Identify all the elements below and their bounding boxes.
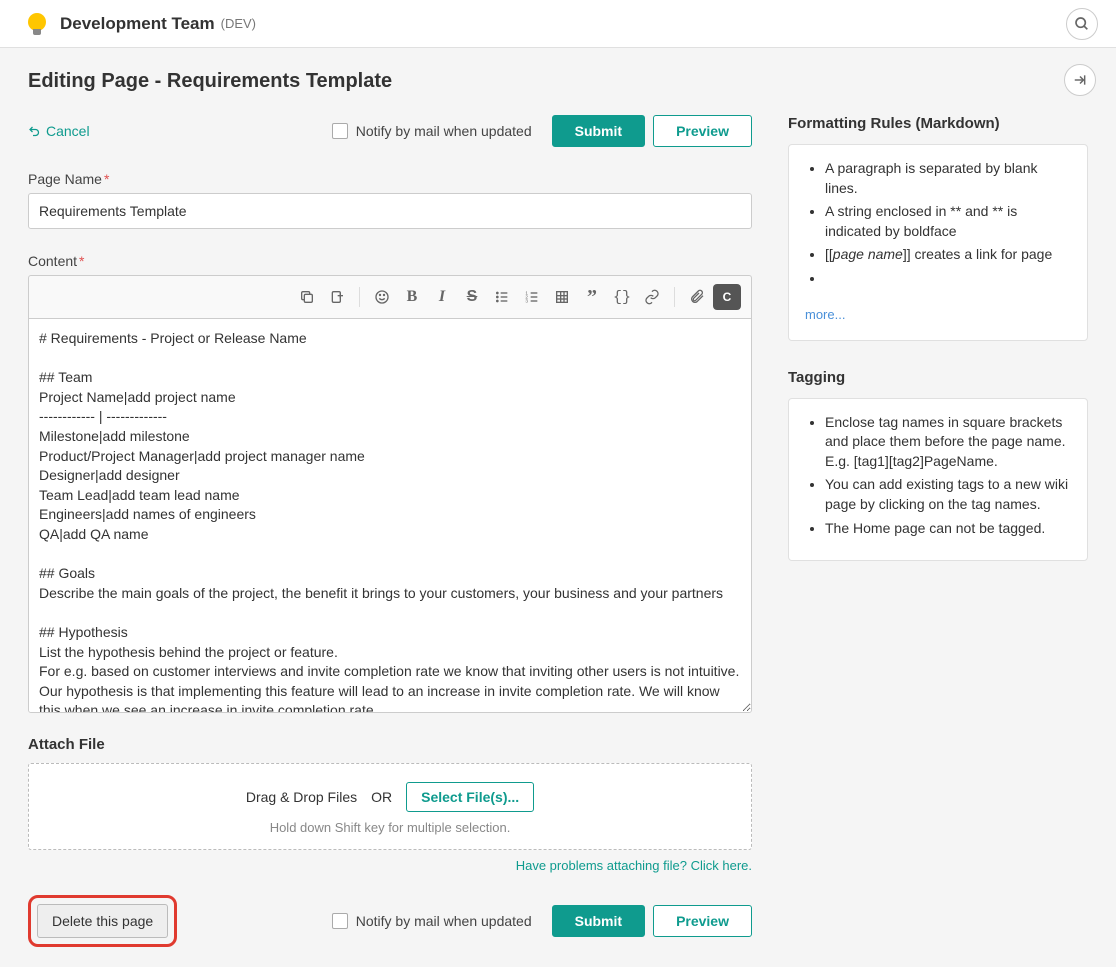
tagging-card: Enclose tag names in square brackets and…	[788, 398, 1088, 562]
expand-button[interactable]	[1064, 64, 1096, 96]
search-button[interactable]	[1066, 8, 1098, 40]
tagging-rule: You can add existing tags to a new wiki …	[825, 475, 1071, 514]
italic-icon[interactable]: I	[428, 284, 456, 310]
notify-label-bottom: Notify by mail when updated	[356, 913, 532, 929]
attach-help-link[interactable]: Have problems attaching file? Click here…	[28, 858, 752, 873]
bottom-action-row: Delete this page Notify by mail when upd…	[28, 895, 752, 947]
more-link[interactable]: more...	[805, 307, 845, 322]
delete-highlight: Delete this page	[28, 895, 177, 947]
page-name-input[interactable]	[28, 193, 752, 229]
checkbox-icon[interactable]	[332, 123, 348, 139]
bullet-list-icon[interactable]	[488, 284, 516, 310]
emoji-icon[interactable]	[368, 284, 396, 310]
app-header: Development Team (DEV)	[0, 0, 1116, 48]
content-label: Content*	[28, 253, 752, 269]
delete-page-button[interactable]: Delete this page	[37, 904, 168, 938]
bold-icon[interactable]: B	[398, 284, 426, 310]
arrow-right-icon	[1072, 73, 1088, 87]
attach-drag-text: Drag & Drop Files	[246, 789, 357, 805]
cancel-link[interactable]: Cancel	[28, 123, 90, 139]
team-name: Development Team	[60, 14, 215, 34]
attach-icon[interactable]	[683, 284, 711, 310]
preview-button-bottom[interactable]: Preview	[653, 905, 752, 937]
attach-hint: Hold down Shift key for multiple selecti…	[39, 820, 741, 835]
tagging-rule: The Home page can not be tagged.	[825, 519, 1071, 539]
notify-checkbox-bottom[interactable]: Notify by mail when updated	[332, 913, 532, 929]
checkbox-icon[interactable]	[332, 913, 348, 929]
submit-button-bottom[interactable]: Submit	[552, 905, 645, 937]
content-field: Content* B I S 123 ” {}	[28, 253, 752, 716]
editor-toolbar: B I S 123 ” {} C	[28, 275, 752, 318]
formatting-card: A paragraph is separated by blank lines.…	[788, 144, 1088, 341]
copy-icon[interactable]	[293, 284, 321, 310]
quote-icon[interactable]: ”	[578, 284, 606, 310]
link-icon[interactable]	[638, 284, 666, 310]
tagging-title: Tagging	[788, 369, 1088, 386]
code-icon[interactable]: {}	[608, 284, 636, 310]
bulb-icon	[28, 13, 46, 35]
page-name-label: Page Name*	[28, 171, 752, 187]
preview-toggle-icon[interactable]: C	[713, 284, 741, 310]
top-action-row: Cancel Notify by mail when updated Submi…	[28, 115, 752, 147]
formatting-rule: A string enclosed in ** and ** is indica…	[825, 202, 1071, 241]
content-textarea[interactable]	[28, 318, 752, 713]
cancel-label: Cancel	[46, 123, 90, 139]
paste-icon[interactable]	[323, 284, 351, 310]
svg-text:3: 3	[525, 298, 528, 303]
team-code: (DEV)	[221, 16, 256, 31]
undo-icon	[28, 125, 40, 137]
strike-icon[interactable]: S	[458, 284, 486, 310]
formatting-rule	[825, 269, 1071, 289]
page-name-field: Page Name*	[28, 171, 752, 229]
main-content: Editing Page - Requirements Template Can…	[0, 48, 1116, 967]
preview-button-top[interactable]: Preview	[653, 115, 752, 147]
attach-title: Attach File	[28, 736, 752, 753]
number-list-icon[interactable]: 123	[518, 284, 546, 310]
select-files-button[interactable]: Select File(s)...	[406, 782, 534, 812]
notify-checkbox-top[interactable]: Notify by mail when updated	[332, 123, 532, 139]
search-icon	[1074, 16, 1090, 32]
page-title: Editing Page - Requirements Template	[28, 70, 1088, 93]
formatting-rule: A paragraph is separated by blank lines.	[825, 159, 1071, 198]
formatting-rule: [[page name]] creates a link for page	[825, 245, 1071, 265]
notify-label: Notify by mail when updated	[356, 123, 532, 139]
attach-or-text: OR	[371, 789, 392, 805]
attach-dropzone[interactable]: Drag & Drop Files OR Select File(s)... H…	[28, 763, 752, 850]
table-icon[interactable]	[548, 284, 576, 310]
submit-button-top[interactable]: Submit	[552, 115, 645, 147]
tagging-rule: Enclose tag names in square brackets and…	[825, 413, 1071, 472]
formatting-title: Formatting Rules (Markdown)	[788, 115, 1088, 132]
